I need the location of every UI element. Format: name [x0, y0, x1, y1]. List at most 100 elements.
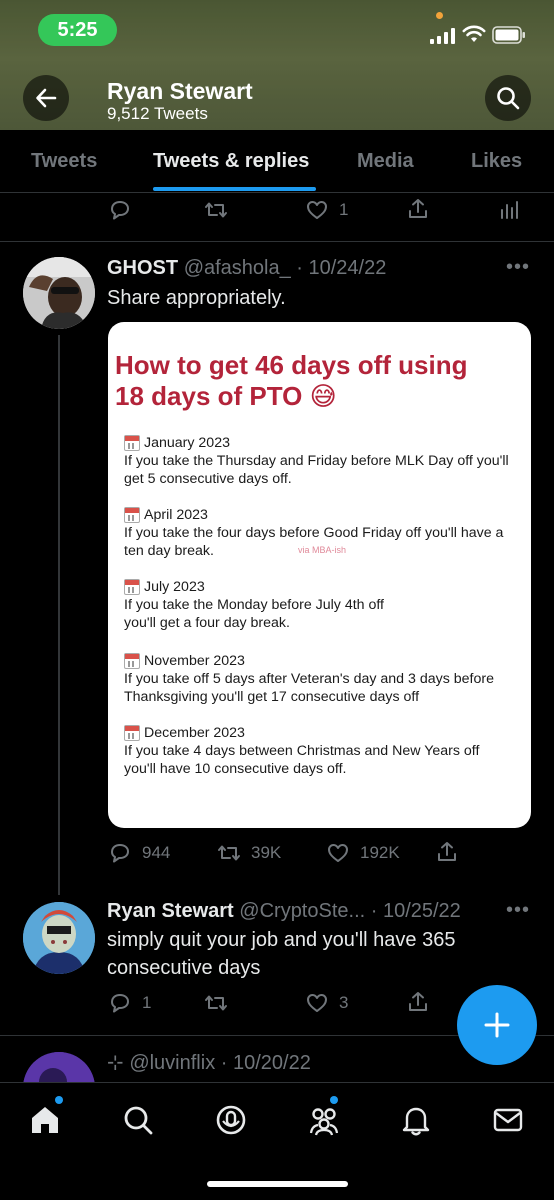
- share-icon: [438, 842, 456, 861]
- like-count: 1: [339, 200, 349, 219]
- battery-icon: [492, 26, 525, 44]
- share-button[interactable]: [435, 840, 459, 864]
- heart-icon: [328, 844, 348, 862]
- reply-button[interactable]: 1: [108, 991, 151, 1015]
- communities-notification-dot: [330, 1096, 338, 1104]
- author-handle-date: @afashola_ · 10/24/22: [183, 257, 387, 279]
- tweet-header: Ryan Stewart @CryptoSte... · 10/25/22: [107, 900, 461, 923]
- card-entry-november: November 2023 If you take off 5 days aft…: [124, 652, 524, 706]
- retweet-icon: [218, 845, 240, 861]
- home-icon[interactable]: [28, 1103, 62, 1137]
- share-button[interactable]: [406, 990, 430, 1014]
- tweet-text: Share appropriately.: [107, 287, 286, 309]
- tab-tweets[interactable]: Tweets: [31, 150, 97, 173]
- card-entry-january: January 2023 If you take the Thursday an…: [124, 434, 524, 488]
- privacy-indicator-dot: [436, 12, 443, 19]
- like-button[interactable]: 192K: [326, 841, 400, 865]
- calendar-icon: [124, 507, 140, 523]
- like-button[interactable]: 1: [305, 198, 348, 222]
- status-bar: 5:25: [0, 0, 554, 60]
- thread-line: [58, 335, 60, 895]
- avatar-photo: [23, 902, 95, 974]
- compose-tweet-button[interactable]: [457, 985, 537, 1065]
- tab-likes[interactable]: Likes: [471, 150, 522, 173]
- tweet-header: ⊹ @luvinflix · 10/20/22: [107, 1050, 311, 1075]
- author-name[interactable]: Ryan Stewart: [107, 900, 234, 922]
- entry-text: If you take the Thursday and Friday befo…: [124, 453, 509, 487]
- status-time: 5:25: [38, 14, 117, 46]
- entry-text: If you take off 5 days after Veteran's d…: [124, 671, 494, 705]
- avatar-photo: [23, 257, 95, 329]
- share-button[interactable]: [406, 197, 430, 221]
- like-button[interactable]: 3: [305, 991, 348, 1015]
- author-handle-date: ⊹ @luvinflix · 10/20/22: [107, 1052, 311, 1074]
- cellular-signal-icon: [430, 28, 455, 44]
- retweet-icon: [205, 202, 227, 218]
- reply-icon: [111, 994, 129, 1013]
- card-watermark: via MBA-ish: [298, 545, 347, 555]
- author-handle-date: @CryptoSte... · 10/25/22: [239, 900, 461, 922]
- card-title: How to get 46 days off using 18 days of …: [115, 350, 468, 411]
- search-button[interactable]: [485, 75, 531, 121]
- entry-month: July 2023: [144, 579, 205, 595]
- entry-text: If you take 4 days between Christmas and…: [124, 743, 480, 777]
- tweet-divider: [0, 241, 554, 242]
- back-button[interactable]: [23, 75, 69, 121]
- profile-nav-row: Ryan Stewart 9,512 Tweets: [0, 72, 554, 128]
- avatar[interactable]: [23, 257, 95, 329]
- entry-month: April 2023: [144, 507, 208, 523]
- analytics-button[interactable]: [498, 198, 522, 222]
- tweet-image-card[interactable]: How to get 46 days off using 18 days of …: [108, 322, 531, 828]
- heart-icon: [307, 201, 327, 219]
- reply-button[interactable]: 944: [108, 841, 170, 865]
- communities-icon[interactable]: [307, 1103, 341, 1137]
- more-options-icon[interactable]: •••: [506, 256, 530, 279]
- tab-tweets-and-replies[interactable]: Tweets & replies: [153, 150, 309, 173]
- search-icon[interactable]: [121, 1103, 155, 1137]
- card-entry-july: July 2023 If you take the Monday before …: [124, 578, 524, 632]
- like-count: 192K: [360, 843, 400, 862]
- plus-icon: [484, 1012, 510, 1038]
- entry-text: If you take the Monday before July 4th o…: [124, 597, 385, 631]
- reply-count: 944: [142, 843, 171, 862]
- entry-month: January 2023: [144, 435, 230, 451]
- retweet-button[interactable]: 39K: [217, 841, 281, 865]
- reply-count: 1: [142, 993, 152, 1012]
- calendar-icon: [124, 725, 140, 741]
- tweet-count: 9,512 Tweets: [107, 104, 208, 123]
- retweet-count: 39K: [251, 843, 282, 862]
- spaces-icon[interactable]: [214, 1103, 248, 1137]
- wifi-icon: [462, 25, 486, 42]
- profile-header: 5:25 Ryan Stewart 9,512 Tweets: [0, 0, 554, 130]
- profile-tabs: Tweets Tweets & replies Media Likes: [0, 130, 554, 193]
- entry-month: December 2023: [144, 725, 245, 741]
- calendar-icon: [124, 653, 140, 669]
- active-tab-indicator: [153, 187, 316, 191]
- retweet-button[interactable]: [204, 991, 228, 1015]
- tweet-header: GHOST @afashola_ · 10/24/22: [107, 257, 386, 280]
- analytics-icon: [501, 201, 518, 219]
- card-entry-december: December 2023 If you take 4 days between…: [124, 724, 524, 778]
- share-icon: [409, 199, 427, 218]
- search-icon: [497, 87, 520, 110]
- retweet-button[interactable]: [204, 198, 228, 222]
- reply-button[interactable]: [108, 198, 132, 222]
- share-icon: [409, 992, 427, 1011]
- reply-icon: [111, 201, 129, 220]
- home-indicator: [207, 1181, 348, 1187]
- entry-month: November 2023: [144, 653, 245, 669]
- tab-media[interactable]: Media: [357, 150, 414, 173]
- retweet-icon: [205, 995, 227, 1011]
- profile-name: Ryan Stewart: [107, 78, 253, 104]
- messages-mail-icon[interactable]: [491, 1103, 525, 1137]
- back-arrow-icon: [36, 88, 57, 108]
- author-name[interactable]: GHOST: [107, 257, 178, 279]
- notifications-bell-icon[interactable]: [399, 1103, 433, 1137]
- like-count: 3: [339, 993, 349, 1012]
- tweet-text: simply quit your job and you'll have 365…: [107, 929, 456, 979]
- calendar-icon: [124, 435, 140, 451]
- more-options-icon[interactable]: •••: [506, 899, 530, 922]
- heart-icon: [307, 994, 327, 1012]
- avatar[interactable]: [23, 902, 95, 974]
- calendar-icon: [124, 579, 140, 595]
